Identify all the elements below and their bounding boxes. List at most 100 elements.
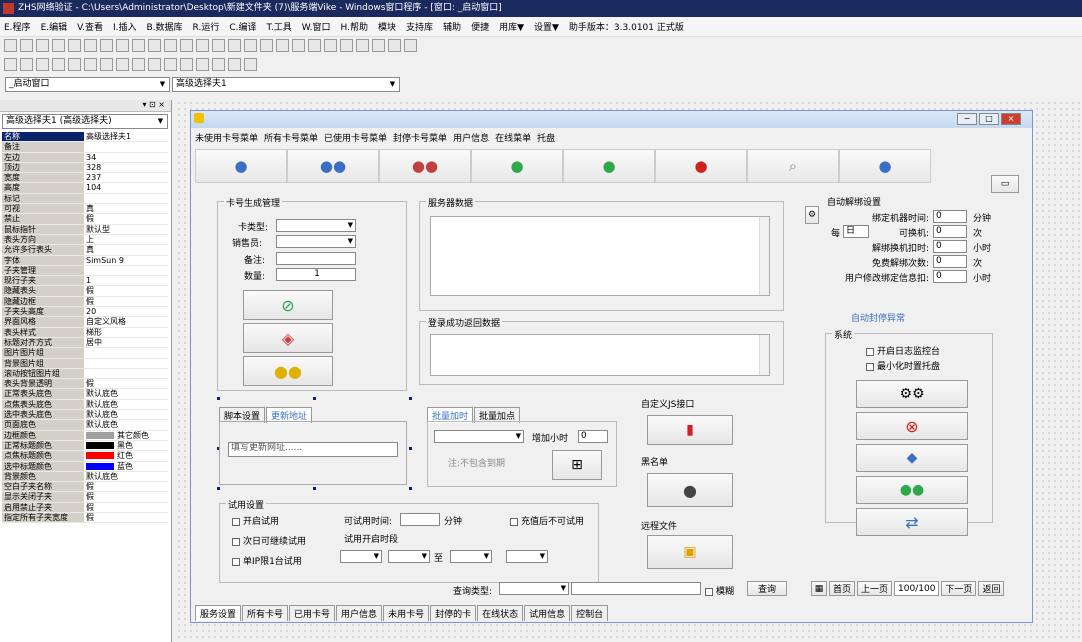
toolbar-icon-button[interactable] xyxy=(228,58,241,71)
next-page-button[interactable]: 下一页 xyxy=(941,581,977,596)
scrollbar[interactable] xyxy=(759,335,769,375)
batch-type-select[interactable]: ▼ xyxy=(434,430,524,443)
fuzzy-checkbox[interactable]: 模糊 xyxy=(705,584,734,597)
custom-js-button[interactable]: ▮ xyxy=(647,415,733,445)
toolbar-icon-button[interactable] xyxy=(340,39,353,52)
wechat-button[interactable]: ●● xyxy=(856,476,968,504)
card-type-select[interactable]: ▼ xyxy=(276,219,356,232)
icon-toolbar-button[interactable]: ●● xyxy=(379,149,471,183)
start-hour-select[interactable]: ▼ xyxy=(340,550,382,563)
menu-item[interactable]: 支持库 xyxy=(406,20,433,33)
toolbar-icon-button[interactable] xyxy=(308,39,321,52)
toolbar-icon-button[interactable] xyxy=(84,39,97,52)
property-row[interactable]: 背景图片组 xyxy=(2,358,168,369)
scrollbar[interactable] xyxy=(759,217,769,295)
unbind-input[interactable]: 0 xyxy=(933,255,967,268)
grid-button[interactable]: ▦ xyxy=(811,581,827,596)
toolbar-icon-button[interactable] xyxy=(180,58,193,71)
toolbar-icon-button[interactable] xyxy=(132,39,145,52)
count-input[interactable]: 1 xyxy=(276,268,356,281)
tray-checkbox[interactable]: 最小化时置托盘 xyxy=(866,359,940,372)
component-select[interactable]: 高级选择夫1 (高级选择夫) ▼ xyxy=(2,114,168,129)
toolbar-icon-button[interactable] xyxy=(100,58,113,71)
form-menu-item[interactable]: 未使用卡号菜单 xyxy=(195,131,258,144)
toolbar-icon-button[interactable] xyxy=(260,39,273,52)
toolbar-icon-button[interactable] xyxy=(324,39,337,52)
menu-item[interactable]: V.查看 xyxy=(77,20,103,33)
property-row[interactable]: 选中标题颜色 蓝色 xyxy=(2,461,168,472)
menu-item[interactable]: B.数据库 xyxy=(147,20,183,33)
after-pay-checkbox[interactable]: 充值后不可试用 xyxy=(510,514,584,527)
resize-handle[interactable] xyxy=(217,397,220,400)
toolbar-icon-button[interactable] xyxy=(116,58,129,71)
menu-item[interactable]: E.编辑 xyxy=(41,20,68,33)
form-menu-item[interactable]: 用户信息 xyxy=(453,131,489,144)
property-row[interactable]: 标题对齐方式 居中 xyxy=(2,337,168,349)
property-row[interactable]: 点焦表头底色 默认底色 xyxy=(2,399,168,411)
shield-button[interactable]: ◆ xyxy=(856,444,968,472)
bottom-tab[interactable]: 用户信息 xyxy=(336,605,383,621)
unbind-input[interactable]: 0 xyxy=(933,225,967,238)
menu-item[interactable]: W.窗口 xyxy=(302,20,331,33)
resize-handle[interactable] xyxy=(409,397,412,400)
resize-handle[interactable] xyxy=(217,487,220,490)
query-type-select[interactable]: ▼ xyxy=(499,582,569,595)
property-row[interactable]: 名称 高级选择夫1 xyxy=(2,132,168,143)
toolbar-icon-button[interactable] xyxy=(68,39,81,52)
auto-seal-link[interactable]: 自动封停异常 xyxy=(851,311,905,324)
toolbar-icon-button[interactable] xyxy=(404,39,417,52)
property-row[interactable]: 启用禁止子夹假 xyxy=(2,502,168,513)
property-row[interactable]: 正常表头底色 默认底色 xyxy=(2,389,168,400)
menu-item[interactable]: H.帮助 xyxy=(341,20,368,33)
menu-item[interactable]: T.工具 xyxy=(267,20,292,33)
per-period-select[interactable]: 日 xyxy=(843,225,869,238)
form-menu-item[interactable]: 托盘 xyxy=(537,131,555,144)
property-row[interactable]: 顶边 328 xyxy=(2,162,168,174)
icon-toolbar-button[interactable]: ● xyxy=(471,149,563,183)
end-hour-select[interactable]: ▼ xyxy=(450,550,492,563)
toolbar-icon-button[interactable] xyxy=(180,39,193,52)
menu-item[interactable]: 辅助 xyxy=(443,20,461,33)
blacklist-button[interactable]: ● xyxy=(647,473,733,507)
menu-item[interactable]: I.插入 xyxy=(113,20,137,33)
log-console-checkbox[interactable]: 开启日志监控台 xyxy=(866,344,940,357)
property-row[interactable]: 表头背景透明假 xyxy=(2,379,168,390)
icon-toolbar-button[interactable]: ●● xyxy=(287,149,379,183)
generate-button[interactable]: ⊘ xyxy=(243,290,333,320)
property-row[interactable]: 高度 104 xyxy=(2,183,168,194)
settings-toggle-button[interactable]: ⚙ xyxy=(805,206,819,224)
property-row[interactable]: 隐藏边框假 xyxy=(2,296,168,308)
property-row[interactable]: 标记 xyxy=(2,193,168,205)
window-select[interactable]: _启动窗口 ▼ xyxy=(5,77,170,92)
note-input[interactable] xyxy=(276,252,356,265)
toolbar-icon-button[interactable] xyxy=(36,39,49,52)
maximize-button[interactable]: □ xyxy=(979,113,999,125)
bottom-tab[interactable]: 在线状态 xyxy=(477,605,524,621)
toolbar-icon-button[interactable] xyxy=(20,39,33,52)
resize-handle[interactable] xyxy=(409,447,412,450)
icon-toolbar-button[interactable]: ⌕ xyxy=(747,149,839,183)
form-menu-item[interactable]: 封停卡号菜单 xyxy=(393,131,447,144)
property-row[interactable]: 点焦标题颜色 红色 xyxy=(2,451,168,462)
toolbar-icon-button[interactable] xyxy=(84,58,97,71)
icon-toolbar-button[interactable]: ● xyxy=(195,149,287,183)
property-row[interactable]: 左边 34 xyxy=(2,152,168,163)
icon-toolbar-button[interactable]: ● xyxy=(563,149,655,183)
property-row[interactable]: 字体 SimSun 9 xyxy=(2,255,168,266)
property-row[interactable]: 页面底色 默认底色 xyxy=(2,420,168,431)
toolbar-icon-button[interactable] xyxy=(244,39,257,52)
menu-item[interactable]: R.运行 xyxy=(193,20,220,33)
refresh-button[interactable]: ⇄ xyxy=(856,508,968,536)
close-button[interactable]: × xyxy=(1001,113,1021,125)
trial-time-input[interactable] xyxy=(400,513,440,526)
bottom-tab[interactable]: 服务设置 xyxy=(195,605,242,621)
toolbar-icon-button[interactable] xyxy=(148,39,161,52)
first-page-button[interactable]: 首页 xyxy=(829,581,856,596)
toolbar-icon-button[interactable] xyxy=(292,39,305,52)
unbind-input[interactable]: 0 xyxy=(933,240,967,253)
property-row[interactable]: 禁止假 xyxy=(2,214,168,225)
property-row[interactable]: 子夹头高度 20 xyxy=(2,307,168,318)
toolbar-icon-button[interactable] xyxy=(212,58,225,71)
bottom-tab[interactable]: 已用卡号 xyxy=(289,605,336,621)
property-row[interactable]: 显示关闭子夹假 xyxy=(2,492,168,503)
